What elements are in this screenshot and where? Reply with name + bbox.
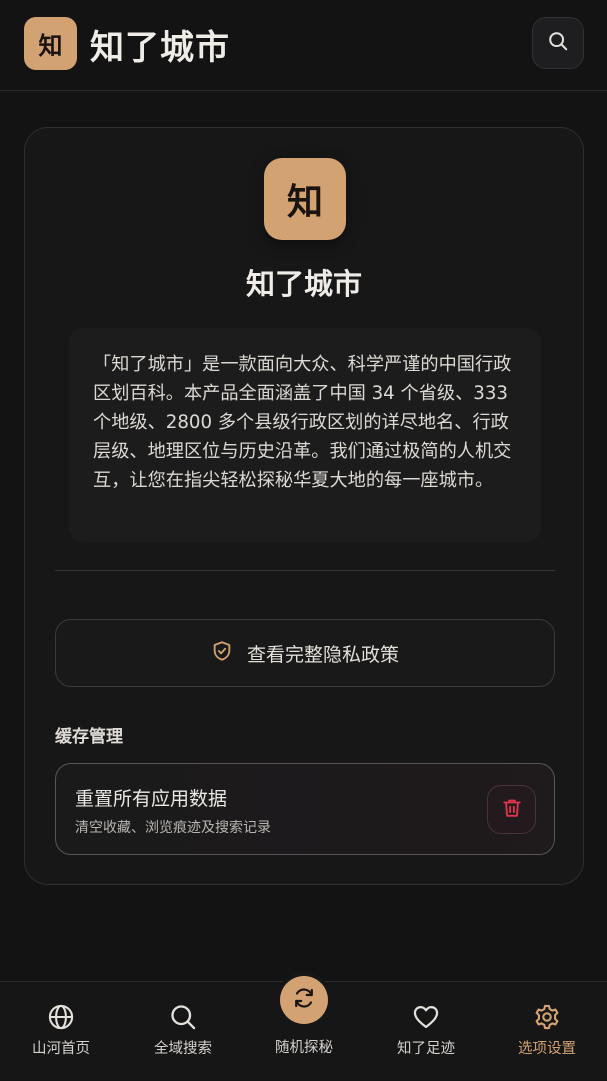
reset-data-card[interactable]: 重置所有应用数据 清空收藏、浏览痕迹及搜索记录 [55, 763, 555, 855]
description-box: 「知了城市」是一款面向大众、科学严谨的中国行政区划百科。本产品全面涵盖了中国 3… [69, 328, 541, 542]
reset-data-title: 重置所有应用数据 [75, 788, 228, 810]
nav-item-home[interactable]: 山河首页 [6, 982, 116, 1081]
search-button[interactable] [532, 17, 584, 69]
heart-icon [412, 1002, 440, 1032]
globe-icon [47, 1002, 75, 1032]
cache-section-title: 缓存管理 [55, 727, 123, 747]
privacy-policy-label: 查看完整隐私政策 [246, 643, 399, 666]
description-text: 「知了城市」是一款面向大众、科学严谨的中国行政区划百科。本产品全面涵盖了中国 3… [93, 354, 512, 491]
app-logo: 知 [24, 17, 77, 70]
search-icon [547, 30, 569, 56]
privacy-policy-button[interactable]: 查看完整隐私政策 [55, 619, 555, 687]
nav-item-favorites[interactable]: 知了足迹 [371, 982, 481, 1081]
gear-icon [533, 1002, 561, 1032]
app-header: 知 知了城市 [0, 0, 607, 91]
refresh-icon [292, 986, 316, 1014]
nav-label-favorites: 知了足迹 [397, 1041, 455, 1057]
nav-item-settings[interactable]: 选项设置 [492, 982, 602, 1081]
nav-label-settings: 选项设置 [518, 1041, 576, 1057]
about-title: 知了城市 [245, 267, 362, 301]
nav-item-search[interactable]: 全域搜索 [128, 982, 238, 1081]
about-card: 知 知了城市 「知了城市」是一款面向大众、科学严谨的中国行政区划百科。本产品全面… [24, 127, 584, 885]
trash-icon [501, 797, 523, 823]
search-icon [169, 1002, 197, 1032]
nav-label-search: 全域搜索 [154, 1041, 212, 1057]
about-logo: 知 [264, 158, 346, 240]
random-explore-button[interactable] [280, 976, 328, 1024]
reset-data-button[interactable] [487, 785, 536, 834]
app-title: 知了城市 [90, 28, 230, 68]
divider [55, 570, 555, 571]
reset-data-subtitle: 清空收藏、浏览痕迹及搜索记录 [75, 820, 271, 836]
shield-check-icon [211, 640, 233, 666]
nav-label-home: 山河首页 [32, 1041, 90, 1057]
nav-label-random: 随机探秘 [275, 1040, 333, 1056]
